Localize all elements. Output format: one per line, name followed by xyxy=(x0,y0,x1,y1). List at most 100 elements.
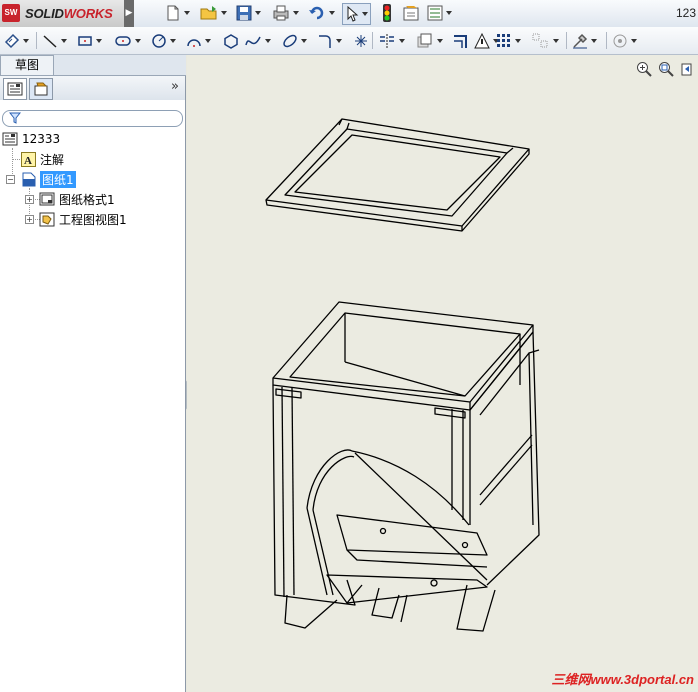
box-base xyxy=(336,514,488,556)
move-entities-button[interactable] xyxy=(532,31,559,50)
filter-funnel-icon xyxy=(9,112,21,124)
tree-item-label: 图纸1 xyxy=(40,170,76,188)
undo-icon xyxy=(309,6,324,20)
offset-entities-icon xyxy=(417,33,432,47)
tree-item-root[interactable]: 12333 xyxy=(2,130,60,148)
arc-button[interactable] xyxy=(186,31,211,50)
feature-manager-tab[interactable] xyxy=(3,78,27,100)
tree-item-annotations[interactable]: A 注解 xyxy=(20,150,64,168)
polygon-icon xyxy=(224,33,238,49)
solidworks-wordmark: SOLIDWORKS xyxy=(25,6,113,21)
chute-curve xyxy=(306,449,470,526)
feature-tree-filter[interactable] xyxy=(2,110,183,127)
sheet-format-icon xyxy=(39,191,55,207)
sw-badge-icon: SW xyxy=(2,4,20,22)
polygon-button[interactable] xyxy=(223,31,239,50)
display-delete-relations-icon xyxy=(474,32,490,48)
mirror-icon xyxy=(380,33,394,48)
tree-expand-toggle[interactable]: + xyxy=(25,215,34,224)
box-front-panel xyxy=(272,384,356,606)
isometric-drawing-view xyxy=(265,118,540,632)
save-button[interactable] xyxy=(236,3,261,23)
save-icon xyxy=(236,5,252,21)
spline-icon xyxy=(245,36,261,45)
arc-icon xyxy=(187,38,201,47)
new-document-icon xyxy=(167,5,179,21)
slot-button[interactable] xyxy=(114,31,141,50)
quick-snaps-button[interactable] xyxy=(612,31,637,50)
trim-button[interactable] xyxy=(452,31,468,50)
solidworks-logo[interactable]: SW SOLIDWORKS xyxy=(0,0,125,27)
drawing-view-icon xyxy=(39,211,55,227)
rebuild-button[interactable] xyxy=(382,3,392,23)
move-entities-icon xyxy=(532,33,548,47)
point-button[interactable] xyxy=(354,31,368,50)
undo-button[interactable] xyxy=(308,3,335,23)
property-manager-icon xyxy=(34,82,48,96)
menu-expand-arrow-icon[interactable]: ▶ xyxy=(124,0,134,27)
box-right-panel xyxy=(469,331,540,586)
rebuild-traffic-light-icon xyxy=(383,4,391,22)
file-properties-icon xyxy=(403,6,419,21)
command-manager-tabs: 草图 xyxy=(0,55,186,76)
repair-sketch-icon xyxy=(573,33,588,48)
line-icon xyxy=(43,34,57,48)
property-manager-tab[interactable] xyxy=(29,78,53,100)
slot-icon xyxy=(115,35,131,46)
drawing-document-icon xyxy=(2,131,18,147)
tree-item-drawing-view[interactable]: 工程图视图1 xyxy=(39,210,127,228)
base-foot-middle xyxy=(371,587,400,619)
new-document-button[interactable] xyxy=(165,3,190,23)
open-folder-icon xyxy=(200,6,217,20)
print-icon xyxy=(273,5,289,21)
fillet-icon xyxy=(319,34,331,48)
print-button[interactable] xyxy=(272,3,299,23)
site-watermark: 三维网www.3dportal.cn xyxy=(551,672,694,687)
circle-icon xyxy=(152,33,166,48)
tree-collapse-toggle[interactable]: − xyxy=(6,175,15,184)
select-arrow-icon xyxy=(347,6,359,22)
line-button[interactable] xyxy=(42,31,67,50)
smart-dimension-icon xyxy=(4,33,20,48)
smart-dimension-button[interactable] xyxy=(4,31,29,50)
ellipse-icon xyxy=(283,34,297,47)
tree-expand-toggle[interactable]: + xyxy=(25,195,34,204)
offset-entities-button[interactable] xyxy=(416,31,443,50)
feature-tree-icon xyxy=(7,82,23,96)
tree-item-label: 注解 xyxy=(40,152,65,167)
window-title: 123 xyxy=(675,6,696,20)
point-icon xyxy=(355,34,367,47)
sheet-icon xyxy=(20,171,36,187)
base-foot-right xyxy=(456,584,496,632)
tree-item-sheet[interactable]: 图纸1 xyxy=(20,170,76,188)
rectangle-icon xyxy=(78,35,92,46)
tree-item-sheet-format[interactable]: 图纸格式1 xyxy=(39,190,115,208)
fillet-button[interactable] xyxy=(317,31,342,50)
tree-item-label: 工程图视图1 xyxy=(59,212,127,227)
panel-tab-bar: » xyxy=(0,76,185,100)
drawing-canvas[interactable]: 三维网www.3dportal.cn xyxy=(187,55,698,692)
collapse-chevron-icon[interactable]: » xyxy=(171,79,179,94)
main-toolbar: SW SOLIDWORKS ▶ 123 xyxy=(0,0,698,28)
tree-item-label: 图纸格式1 xyxy=(59,192,115,207)
select-button[interactable] xyxy=(342,3,371,25)
tree-root-label: 12333 xyxy=(22,132,61,146)
rectangle-button[interactable] xyxy=(77,31,102,50)
mirror-button[interactable] xyxy=(378,31,405,50)
open-button[interactable] xyxy=(200,3,227,23)
options-icon xyxy=(427,5,443,21)
linear-pattern-button[interactable] xyxy=(496,31,521,50)
ellipse-button[interactable] xyxy=(282,31,307,50)
linear-pattern-icon xyxy=(497,33,510,47)
options-button[interactable] xyxy=(427,3,452,23)
annotations-icon: A xyxy=(20,151,36,167)
trim-icon xyxy=(454,34,467,48)
quick-snaps-icon xyxy=(613,34,627,47)
repair-sketch-button[interactable] xyxy=(572,31,597,50)
tab-sketch[interactable]: 草图 xyxy=(0,55,54,75)
circle-button[interactable] xyxy=(151,31,176,50)
file-properties-button[interactable] xyxy=(403,3,421,23)
feature-manager-panel: » 12333 A 注解 − 图纸1 + 图纸格式1 + 工程图视图1 xyxy=(0,76,186,692)
svg-text:A: A xyxy=(24,155,32,167)
spline-button[interactable] xyxy=(244,31,271,50)
